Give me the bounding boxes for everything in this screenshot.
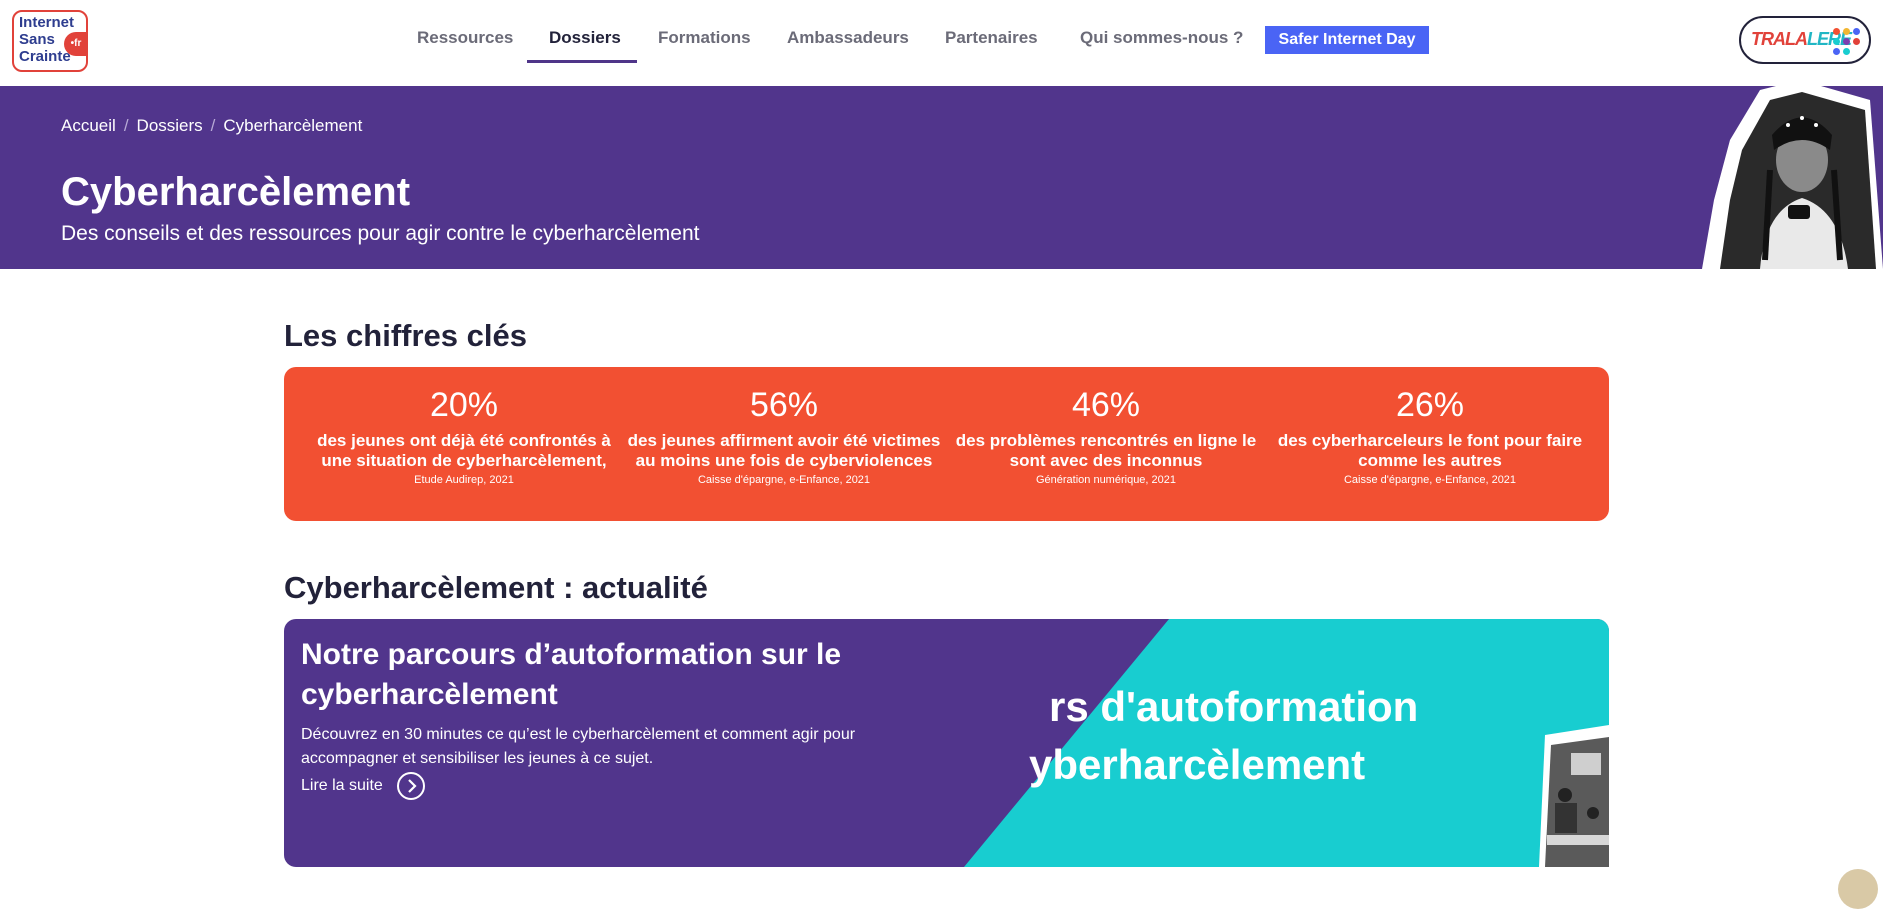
breadcrumb-dossiers[interactable]: Dossiers	[137, 116, 203, 135]
stat-item: 46% des problèmes rencontrés en ligne le…	[946, 385, 1266, 487]
logo-suffix: •fr	[64, 32, 88, 56]
nav-item-formations[interactable]: Formations	[658, 28, 751, 48]
nav-item-ressources[interactable]: Ressources	[417, 28, 513, 48]
stat-label: des jeunes affirment avoir été victimes …	[627, 431, 941, 470]
nav-item-partenaires[interactable]: Partenaires	[945, 28, 1038, 48]
logo-line-1: Internet	[19, 14, 75, 31]
breadcrumb-separator: /	[123, 116, 129, 135]
news-image-text-line2: yberharcèlement	[1029, 741, 1366, 788]
page-title: Cyberharcèlement	[61, 170, 411, 214]
nav-item-qui-sommes-nous[interactable]: Qui sommes-nous ?	[1080, 28, 1243, 48]
chat-widget-icon[interactable]	[1838, 869, 1878, 909]
breadcrumb-current: Cyberharcèlement	[223, 116, 363, 135]
tralalere-logo-part1: TRALA	[1751, 29, 1808, 49]
key-figures-card: 20% des jeunes ont déjà été confrontés à…	[284, 367, 1609, 521]
news-image-text-line1: rs d'autoformation	[1049, 683, 1419, 730]
stat-item: 20% des jeunes ont déjà été confrontés à…	[304, 385, 624, 487]
stat-label: des jeunes ont déjà été confrontés à une…	[317, 431, 611, 470]
stat-label: des cyberharceleurs le font pour faire c…	[1277, 431, 1583, 470]
active-nav-indicator	[527, 60, 637, 63]
stat-source: Génération numérique, 2021	[1035, 474, 1177, 486]
nav-item-ambassadeurs[interactable]: Ambassadeurs	[787, 28, 909, 48]
stat-value: 56%	[749, 386, 819, 424]
classroom-photo	[1539, 725, 1609, 867]
news-card-text: Découvrez en 30 minutes ce qu’est le cyb…	[301, 726, 856, 767]
stats-section-title: Les chiffres clés	[284, 318, 527, 353]
page-banner: Accueil / Dossiers / Cyberharcèlement Cyberh…	[0, 80, 1883, 269]
colored-dots-icon	[1833, 28, 1863, 55]
stat-label: des problèmes rencontrés en ligne le son…	[955, 431, 1257, 470]
stat-value: 26%	[1395, 386, 1465, 424]
stat-source: Caisse d'épargne, e-Enfance, 2021	[1343, 474, 1517, 486]
site-header: Internet Sans Crainte •fr Ressources Dos…	[0, 0, 1883, 86]
breadcrumb-separator: /	[210, 116, 216, 135]
stat-item: 56% des jeunes affirment avoir été victi…	[624, 385, 944, 487]
breadcrumb: Accueil / Dossiers / Cyberharcèlement	[61, 116, 362, 136]
news-card-title[interactable]: Notre parcours d’autoformation sur le cy…	[301, 635, 941, 715]
stat-value: 46%	[1071, 386, 1141, 424]
stat-source: Etude Audirep, 2021	[414, 474, 514, 486]
news-card-autoformation[interactable]: rs d'autoformation yberharcèlement Notre…	[284, 619, 1609, 867]
news-section-title: Cyberharcèlement : actualité	[284, 570, 708, 605]
internet-sans-crainte-logo[interactable]: Internet Sans Crainte •fr	[12, 10, 88, 72]
breadcrumb-accueil[interactable]: Accueil	[61, 116, 116, 135]
tralalere-logo[interactable]: TRALALERE	[1739, 16, 1871, 64]
hero-photo-girl-with-phone	[1702, 80, 1883, 269]
chevron-right-icon	[396, 772, 425, 800]
read-more-label: Lire la suite	[301, 777, 383, 794]
safer-internet-day-button[interactable]: Safer Internet Day	[1265, 26, 1429, 54]
read-more-link[interactable]: Lire la suite	[301, 772, 425, 800]
nav-item-dossiers[interactable]: Dossiers	[549, 28, 621, 48]
page-subtitle: Des conseils et des ressources pour agir…	[61, 222, 700, 245]
stat-value: 20%	[429, 386, 499, 424]
stat-source: Caisse d'épargne, e-Enfance, 2021	[697, 474, 871, 486]
stat-item: 26% des cyberharceleurs le font pour fai…	[1270, 385, 1590, 487]
